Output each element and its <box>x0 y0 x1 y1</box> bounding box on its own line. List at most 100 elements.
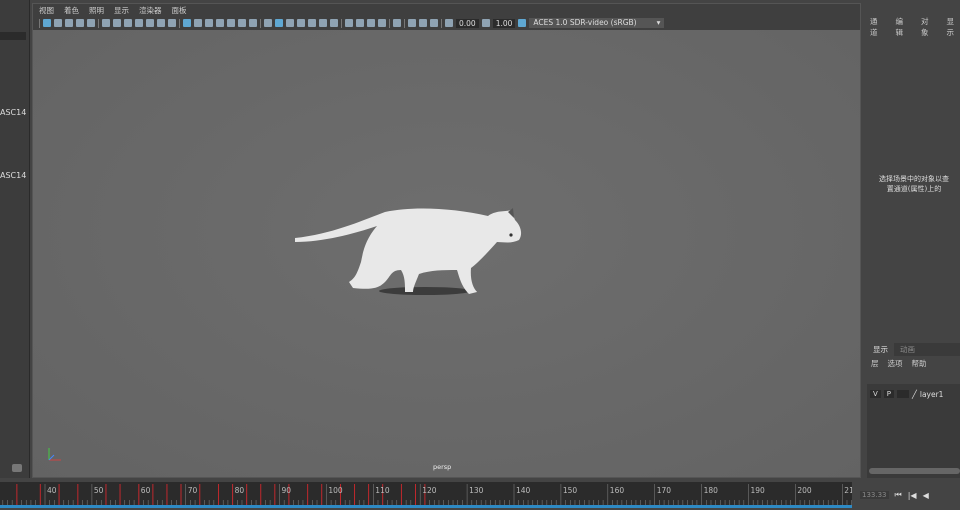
smooth-shade-icon[interactable] <box>275 19 283 27</box>
channel-box-hint: 选择场景中的对象以查 置通道(属性)上的 <box>844 174 960 194</box>
scrollbar[interactable] <box>12 464 22 472</box>
go-to-start-icon[interactable]: ⏮ <box>895 490 902 500</box>
layer-editor: 显示 动画 层 选项 帮助 V P ╱ layer1 <box>867 343 960 478</box>
camera-lock-icon[interactable] <box>124 19 132 27</box>
film-gate-icon[interactable] <box>194 19 202 27</box>
pencil-icon[interactable] <box>168 19 176 27</box>
xray-icon[interactable] <box>408 19 416 27</box>
xray-joints-icon[interactable] <box>419 19 427 27</box>
step-back-frame-icon[interactable]: ◀ <box>923 491 929 500</box>
tab-anim-layers[interactable]: 动画 <box>894 343 921 356</box>
image-plane-icon[interactable] <box>76 19 84 27</box>
current-frame-field[interactable]: 133.33 <box>860 491 889 499</box>
layer-row[interactable]: V P ╱ layer1 <box>867 388 960 400</box>
tick-label: 150 <box>563 486 578 495</box>
playback-toggle[interactable]: P <box>883 390 895 398</box>
select-camera-icon[interactable] <box>43 19 51 27</box>
anti-aliasing-icon[interactable] <box>367 19 375 27</box>
pen-icon[interactable] <box>157 19 165 27</box>
exposure-icon <box>445 19 453 27</box>
outliner-panel: ASC14 ASC14 <box>0 0 30 478</box>
visibility-toggle[interactable]: V <box>870 390 881 398</box>
tick-label: 100 <box>328 486 343 495</box>
brush-icon[interactable] <box>146 19 154 27</box>
xray-active-icon[interactable] <box>430 19 438 27</box>
motion-blur-icon[interactable] <box>356 19 364 27</box>
step-back-key-icon[interactable]: |◀ <box>908 491 917 500</box>
hint-line: 选择场景中的对象以查 <box>879 175 949 183</box>
camera-icon[interactable] <box>102 19 110 27</box>
light-bulb-icon[interactable] <box>319 19 327 27</box>
grease-pencil-icon[interactable] <box>87 19 95 27</box>
ambient-occlusion-icon[interactable] <box>345 19 353 27</box>
menu-lighting[interactable]: 照明 <box>89 5 104 16</box>
menu-options[interactable]: 选项 <box>888 358 903 382</box>
tick-label: 160 <box>610 486 625 495</box>
menu-help[interactable]: 帮助 <box>912 358 927 382</box>
cat-shadow <box>379 287 471 295</box>
tick-label: 80 <box>235 486 245 495</box>
display-type-toggle[interactable] <box>897 390 910 398</box>
bookmark-icon[interactable] <box>65 19 73 27</box>
camera-attributes-icon[interactable] <box>54 19 62 27</box>
cache-bar <box>0 505 852 508</box>
menu-panels[interactable]: 面板 <box>172 5 187 16</box>
tick-label: 70 <box>188 486 198 495</box>
panel-menu-bar: 视图 着色 照明 显示 渲染器 面板 <box>39 5 187 16</box>
tick-label: 190 <box>751 486 766 495</box>
axis-gizmo-icon <box>48 448 61 461</box>
shadows-icon[interactable] <box>330 19 338 27</box>
tab-object[interactable]: 对象 <box>921 16 935 38</box>
menu-renderer[interactable]: 渲染器 <box>139 5 162 16</box>
horizontal-scrollbar[interactable] <box>869 468 960 474</box>
channel-box-panel: 通道 编辑 对象 显示 选择场景中的对象以查 置通道(属性)上的 显示 动画 层… <box>862 0 960 478</box>
cat-body <box>295 208 522 294</box>
lights-icon[interactable] <box>308 19 316 27</box>
tab-display-layers[interactable]: 显示 <box>867 343 894 356</box>
time-slider[interactable]: 40 50 60 70 80 90 100 110 120 130 140 150 160 170 180 1… <box>0 482 852 508</box>
tick-label: 110 <box>375 486 390 495</box>
wireframe-on-shaded-icon[interactable] <box>286 19 294 27</box>
outliner-item[interactable]: ASC14 <box>0 171 26 180</box>
grid-icon[interactable] <box>183 19 191 27</box>
camera-2d-pan-icon[interactable] <box>113 19 121 27</box>
cat-eye <box>509 233 513 237</box>
depth-of-field-icon[interactable] <box>378 19 386 27</box>
gate-mask-icon[interactable] <box>216 19 224 27</box>
tick-label: 130 <box>469 486 484 495</box>
bookmark2-icon[interactable] <box>135 19 143 27</box>
exposure-field[interactable]: 0.00 <box>456 18 479 28</box>
menu-show[interactable]: 显示 <box>114 5 129 16</box>
tab-edit[interactable]: 编辑 <box>896 16 910 38</box>
3d-viewport[interactable]: persp <box>33 30 860 477</box>
gamma-field[interactable]: 1.00 <box>492 18 516 28</box>
tab-show[interactable]: 显示 <box>947 16 960 38</box>
isolate-select-icon[interactable] <box>393 19 401 27</box>
layer-color-icon[interactable]: ╱ <box>912 390 917 399</box>
tick-label: 60 <box>141 486 151 495</box>
layer-name[interactable]: layer1 <box>920 390 944 399</box>
tick-label: 210 <box>844 486 852 495</box>
tick-label: 50 <box>94 486 104 495</box>
tick-label: 170 <box>657 486 672 495</box>
tick-label: 180 <box>704 486 719 495</box>
outliner-item[interactable]: ASC14 <box>0 108 26 117</box>
safe-title-icon[interactable] <box>249 19 257 27</box>
tick-label: 120 <box>422 486 437 495</box>
safe-action-icon[interactable] <box>238 19 246 27</box>
menu-view[interactable]: 视图 <box>39 5 54 16</box>
color-management-icon[interactable] <box>518 19 527 27</box>
panel-toolbar: 0.00 1.00 ACES 1.0 SDR-video (sRGB) ▾ <box>39 17 665 29</box>
resolution-gate-icon[interactable] <box>205 19 213 27</box>
viewport-panel: 视图 着色 照明 显示 渲染器 面板 0.00 1.00 ACES 1.0 SD… <box>32 3 861 478</box>
tab-channels[interactable]: 通道 <box>870 16 884 38</box>
textured-icon[interactable] <box>297 19 305 27</box>
field-chart-icon[interactable] <box>227 19 235 27</box>
cat-model[interactable] <box>33 30 860 477</box>
color-space-dropdown[interactable]: ACES 1.0 SDR-video (sRGB) ▾ <box>529 18 665 28</box>
menu-shading[interactable]: 着色 <box>64 5 79 16</box>
tick-label: 40 <box>47 486 57 495</box>
wireframe-icon[interactable] <box>264 19 272 27</box>
menu-layers[interactable]: 层 <box>871 358 879 382</box>
gamma-icon <box>481 19 490 27</box>
